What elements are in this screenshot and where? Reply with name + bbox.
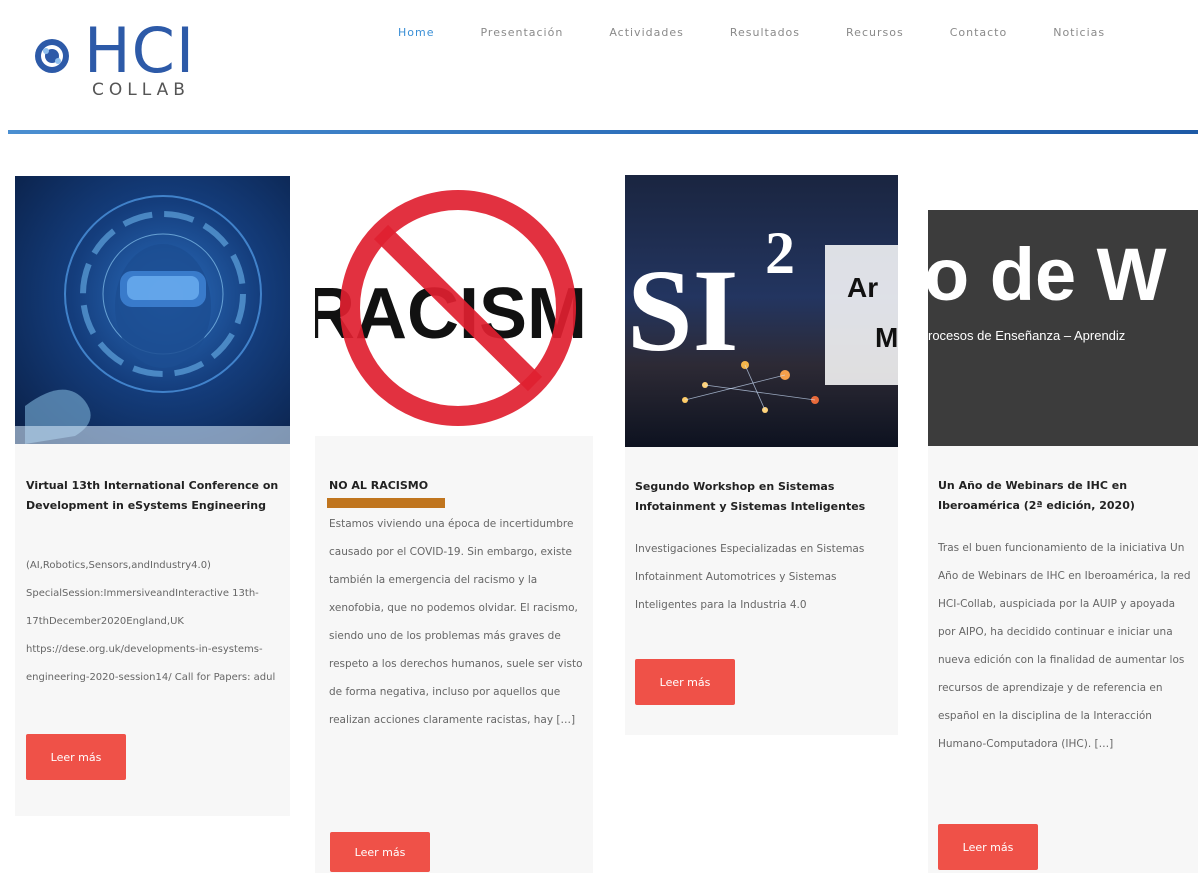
webinars-big-text: o de W (928, 233, 1167, 316)
nav-presentacion[interactable]: Presentación (480, 26, 563, 39)
post-excerpt: Tras el buen funcionamiento de la inicia… (938, 542, 1191, 750)
logo-subtitle: COLLAB (92, 80, 190, 100)
webinars-illustration: o de W rocesos de Enseñanza – Aprendiz (928, 233, 1167, 343)
read-more-button[interactable]: Leer más (938, 824, 1038, 870)
si-superscript: 2 (765, 220, 795, 286)
no-racism-illustration: RACISM (315, 190, 587, 426)
post-title[interactable]: Segundo Workshop en Sistemas Infotainmen… (635, 477, 895, 517)
nav-contacto[interactable]: Contacto (950, 26, 1008, 39)
si-mark: SI (627, 245, 739, 376)
logo-title: HCI (84, 14, 196, 87)
nav-actividades[interactable]: Actividades (609, 26, 684, 39)
post-image-si2[interactable]: Ar M SI 2 (625, 175, 898, 447)
post-image-webinars[interactable]: o de W rocesos de Enseñanza – Aprendiz (928, 210, 1198, 446)
title-highlight (327, 498, 445, 508)
post-card-racismo: RACISM NO AL RACISMO Estamos viviendo un… (315, 186, 593, 873)
read-more-button[interactable]: Leer más (330, 832, 430, 872)
si2-illustration: Ar M SI 2 (627, 220, 898, 413)
nav-resultados[interactable]: Resultados (730, 26, 800, 39)
post-excerpt: (AI,Robotics,Sensors,andIndustry4.0) Spe… (26, 560, 276, 683)
nav-noticias[interactable]: Noticias (1053, 26, 1105, 39)
image-side-text-2: M (875, 322, 898, 353)
site-logo[interactable]: HCI COLLAB (30, 16, 220, 110)
post-title[interactable]: NO AL RACISMO (329, 476, 579, 496)
post-card-workshop: Ar M SI 2 Segundo Workshop en Sistemas I… (625, 175, 898, 735)
vr-illustration (15, 195, 290, 444)
site-header: HCI COLLAB Home Presentación Actividades… (0, 0, 1198, 130)
post-image-vr[interactable] (15, 176, 290, 444)
main-nav: Home Presentación Actividades Resultados… (398, 26, 1151, 39)
header-divider (8, 130, 1198, 134)
post-excerpt: Investigaciones Especializadas en Sistem… (635, 543, 865, 611)
nav-recursos[interactable]: Recursos (846, 26, 904, 39)
image-side-text: Ar (847, 272, 878, 303)
post-excerpt: Estamos viviendo una época de incertidum… (329, 518, 583, 726)
post-image-racism[interactable]: RACISM (315, 186, 593, 436)
read-more-button[interactable]: Leer más (26, 734, 126, 780)
nav-home[interactable]: Home (398, 26, 434, 39)
webinars-subtext: rocesos de Enseñanza – Aprendiz (928, 328, 1125, 343)
post-card-webinars: o de W rocesos de Enseñanza – Aprendiz U… (928, 210, 1198, 873)
post-title[interactable]: Un Año de Webinars de IHC en Iberoaméric… (938, 476, 1170, 516)
logo-icon (35, 39, 69, 73)
post-card-conference: Virtual 13th International Conference on… (15, 176, 290, 816)
read-more-button[interactable]: Leer más (635, 659, 735, 705)
post-title[interactable]: Virtual 13th International Conference on… (26, 476, 284, 516)
